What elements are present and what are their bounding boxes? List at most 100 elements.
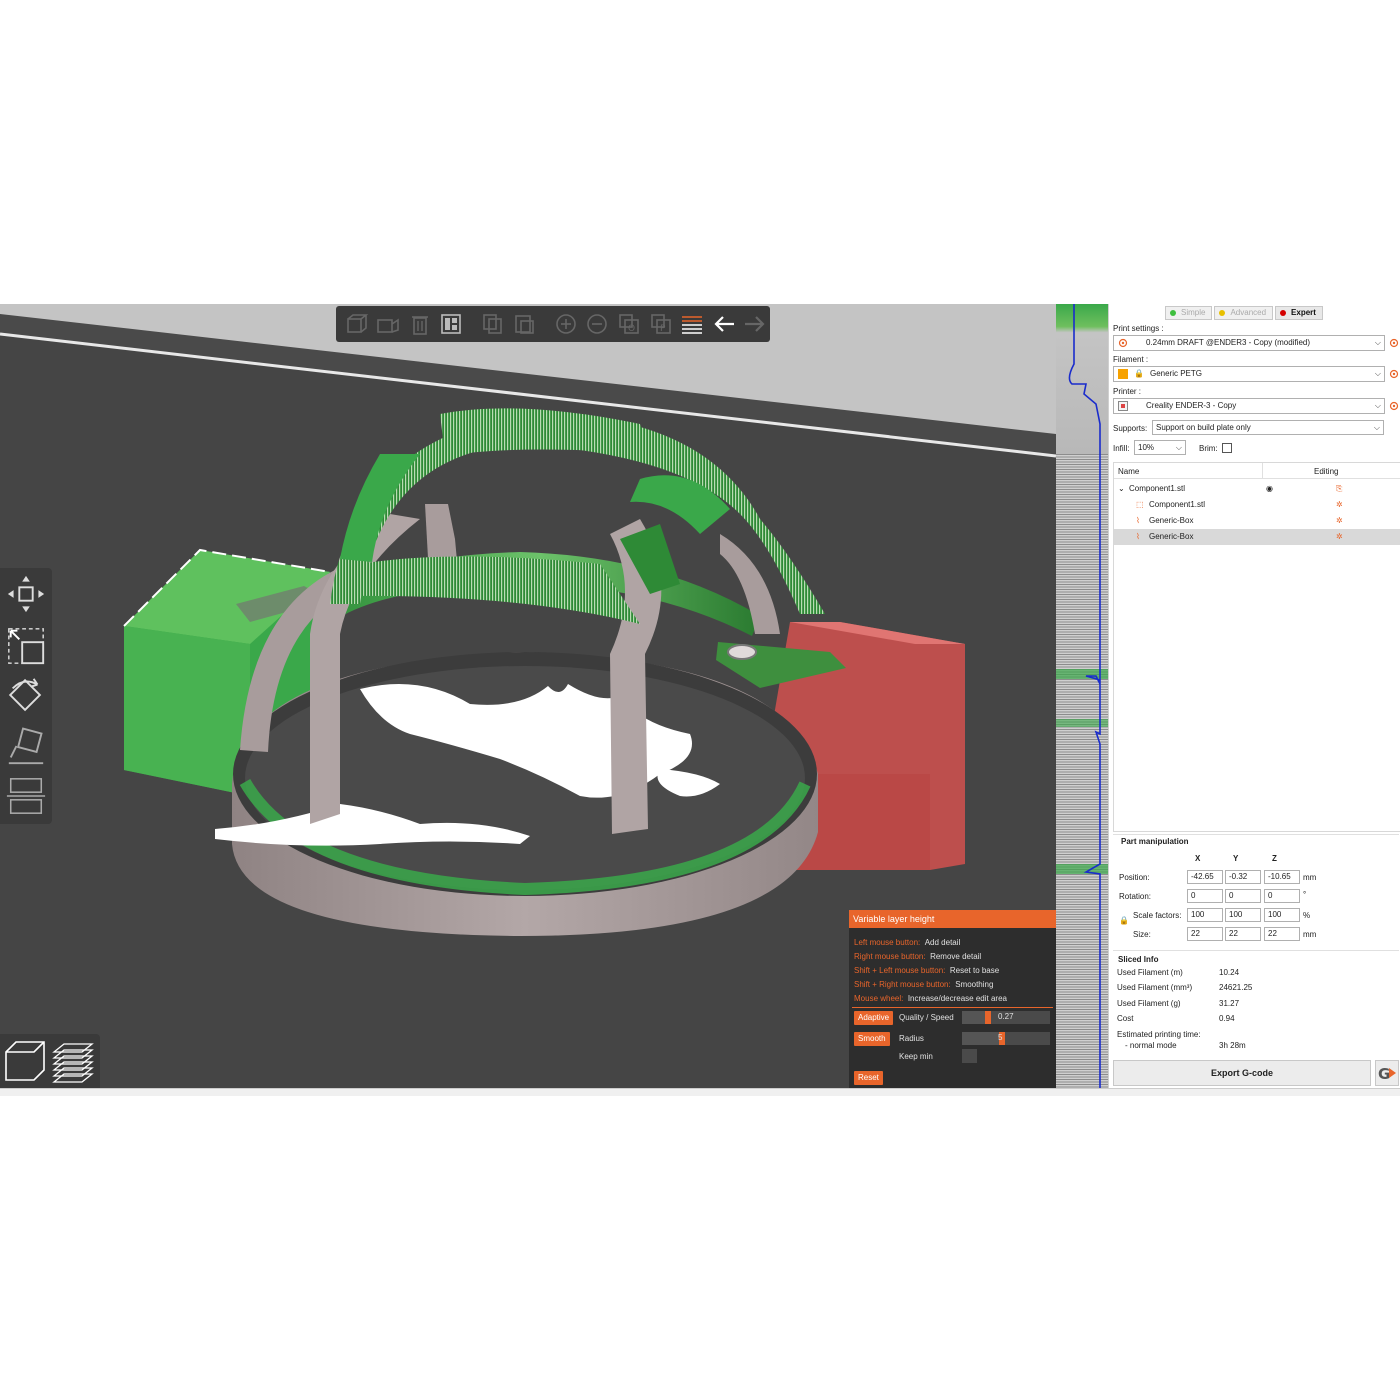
gear-icon[interactable]: ✲ [1336, 532, 1343, 541]
used-filament-m-value: 10.24 [1219, 968, 1240, 977]
infill-label: Infill: [1113, 444, 1130, 453]
part-manipulation-title: Part manipulation [1121, 837, 1189, 846]
help-row: Shift + Left mouse button: Reset to base [854, 966, 1000, 975]
scale-x-input[interactable]: 100 [1187, 908, 1223, 922]
infill-combo[interactable]: 10% ⌵ [1134, 440, 1186, 455]
size-z-input[interactable]: 22 [1264, 927, 1300, 941]
scale-y-input[interactable]: 100 [1225, 908, 1261, 922]
split-objects-icon[interactable]: O [614, 309, 644, 339]
send-to-printer-button[interactable]: G [1375, 1060, 1399, 1086]
minus-icon[interactable] [583, 309, 613, 339]
status-bar [0, 1088, 1400, 1096]
size-x-input[interactable]: 22 [1187, 927, 1223, 941]
object-list: Name Editing ⌄ Component1.stl ◉ ⎘ ⬚ Comp… [1113, 462, 1400, 832]
used-filament-g-value: 31.27 [1219, 999, 1240, 1008]
redo-icon[interactable] [741, 309, 771, 339]
position-x-input[interactable]: -42.65 [1187, 870, 1223, 884]
delete-icon[interactable] [374, 309, 404, 339]
edit-preset-icon[interactable] [1389, 401, 1399, 411]
print-settings-combo[interactable]: 0.24mm DRAFT @ENDER3 - Copy (modified) ⌵ [1113, 335, 1385, 351]
delete-all-icon[interactable] [405, 309, 435, 339]
cut-icon[interactable] [4, 774, 48, 818]
send-gcode-icon: G [1378, 1065, 1396, 1083]
list-item[interactable]: ⬚ Component1.stl ✲ [1114, 497, 1400, 513]
axis-y-label: Y [1233, 854, 1239, 863]
brim-checkbox[interactable] [1222, 443, 1232, 453]
position-unit: mm [1303, 873, 1317, 882]
chevron-down-icon: ⌵ [1374, 338, 1381, 347]
edit-object-icon[interactable]: ⎘ [1336, 484, 1342, 494]
3d-view-icon[interactable] [2, 1038, 48, 1084]
3d-viewport[interactable]: O P Variable layer height Left mouse but… [0, 304, 1056, 1088]
cost-value: 0.94 [1219, 1014, 1235, 1023]
quality-value: 0.27 [998, 1012, 1014, 1021]
printer-combo[interactable]: Creality ENDER-3 - Copy ⌵ [1113, 398, 1385, 414]
eye-icon[interactable]: ◉ [1266, 484, 1273, 493]
move-icon[interactable] [4, 572, 48, 616]
copy-icon[interactable] [478, 309, 508, 339]
mode-simple-tab[interactable]: Simple [1165, 306, 1213, 320]
keep-min-checkbox[interactable] [962, 1049, 977, 1063]
rotation-y-input[interactable]: 0 [1225, 889, 1261, 903]
rotation-x-input[interactable]: 0 [1187, 889, 1223, 903]
scale-unit: % [1303, 911, 1311, 920]
list-item[interactable]: ⌇ Generic-Box ✲ [1114, 529, 1400, 545]
edit-preset-icon[interactable] [1389, 338, 1399, 348]
size-y-input[interactable]: 22 [1225, 927, 1261, 941]
scale-z-input[interactable]: 100 [1264, 908, 1300, 922]
edit-preset-icon[interactable] [1389, 369, 1399, 379]
split-parts-icon[interactable]: P [646, 309, 676, 339]
keep-min-label: Keep min [899, 1052, 933, 1061]
supports-label: Supports: [1113, 424, 1148, 433]
reset-button[interactable]: Reset [854, 1071, 883, 1085]
rotate-icon[interactable] [4, 674, 48, 718]
supports-combo[interactable]: Support on build plate only ⌵ [1152, 420, 1384, 435]
radius-slider[interactable]: 5 [962, 1032, 1050, 1045]
chevron-down-icon[interactable]: ⌄ [1118, 484, 1125, 493]
gear-icon[interactable]: ✲ [1336, 516, 1343, 525]
radius-value: 5 [998, 1033, 1003, 1042]
paste-icon[interactable] [510, 309, 540, 339]
export-gcode-button[interactable]: Export G-code [1113, 1060, 1371, 1086]
editing-column-header: Editing [1314, 467, 1339, 476]
add-icon[interactable] [342, 309, 372, 339]
arrange-icon[interactable] [437, 309, 467, 339]
gear-icon[interactable]: ✲ [1336, 500, 1343, 509]
top-toolbar: O P [336, 306, 770, 342]
chevron-down-icon: ⌵ [1374, 401, 1381, 410]
object-list-header: Name Editing [1114, 463, 1400, 479]
rotation-z-input[interactable]: 0 [1264, 889, 1300, 903]
list-item[interactable]: ⌇ Generic-Box ✲ [1114, 513, 1400, 529]
undo-icon[interactable] [709, 309, 739, 339]
position-label: Position: [1119, 873, 1150, 882]
svg-text:P: P [660, 324, 666, 334]
mode-expert-tab[interactable]: Expert [1275, 306, 1323, 320]
brim-label: Brim: [1199, 444, 1218, 453]
chevron-down-icon: ⌵ [1374, 369, 1381, 378]
rotation-label: Rotation: [1119, 892, 1152, 901]
filament-combo[interactable]: 🔒 Generic PETG ⌵ [1113, 366, 1385, 382]
adaptive-button[interactable]: Adaptive [854, 1011, 894, 1025]
modifier-icon: ⌇ [1136, 516, 1140, 525]
layers-editing-icon[interactable] [677, 309, 707, 339]
svg-text:G: G [1378, 1065, 1390, 1083]
quality-slider[interactable]: 0.27 [962, 1011, 1050, 1024]
lock-icon[interactable]: 🔒 [1119, 916, 1129, 925]
scale-icon[interactable] [4, 624, 48, 668]
plus-icon[interactable] [551, 309, 581, 339]
list-item[interactable]: ⌄ Component1.stl ◉ ⎘ [1114, 481, 1400, 497]
place-on-face-icon[interactable] [4, 724, 48, 768]
layer-height-profile[interactable] [1056, 304, 1108, 1088]
position-y-input[interactable]: -0.32 [1225, 870, 1261, 884]
axis-z-label: Z [1272, 854, 1277, 863]
radius-label: Radius [899, 1034, 924, 1043]
sliced-info-title: Sliced Info [1118, 955, 1159, 964]
filament-color-swatch [1118, 369, 1128, 379]
position-z-input[interactable]: -10.65 [1264, 870, 1300, 884]
preview-icon[interactable] [50, 1038, 96, 1084]
modifier-icon: ⌇ [1136, 532, 1140, 541]
normal-mode-label: - normal mode [1125, 1041, 1177, 1050]
smooth-button[interactable]: Smooth [854, 1032, 890, 1046]
mode-advanced-tab[interactable]: Advanced [1214, 306, 1274, 320]
part-icon: ⬚ [1136, 500, 1144, 509]
